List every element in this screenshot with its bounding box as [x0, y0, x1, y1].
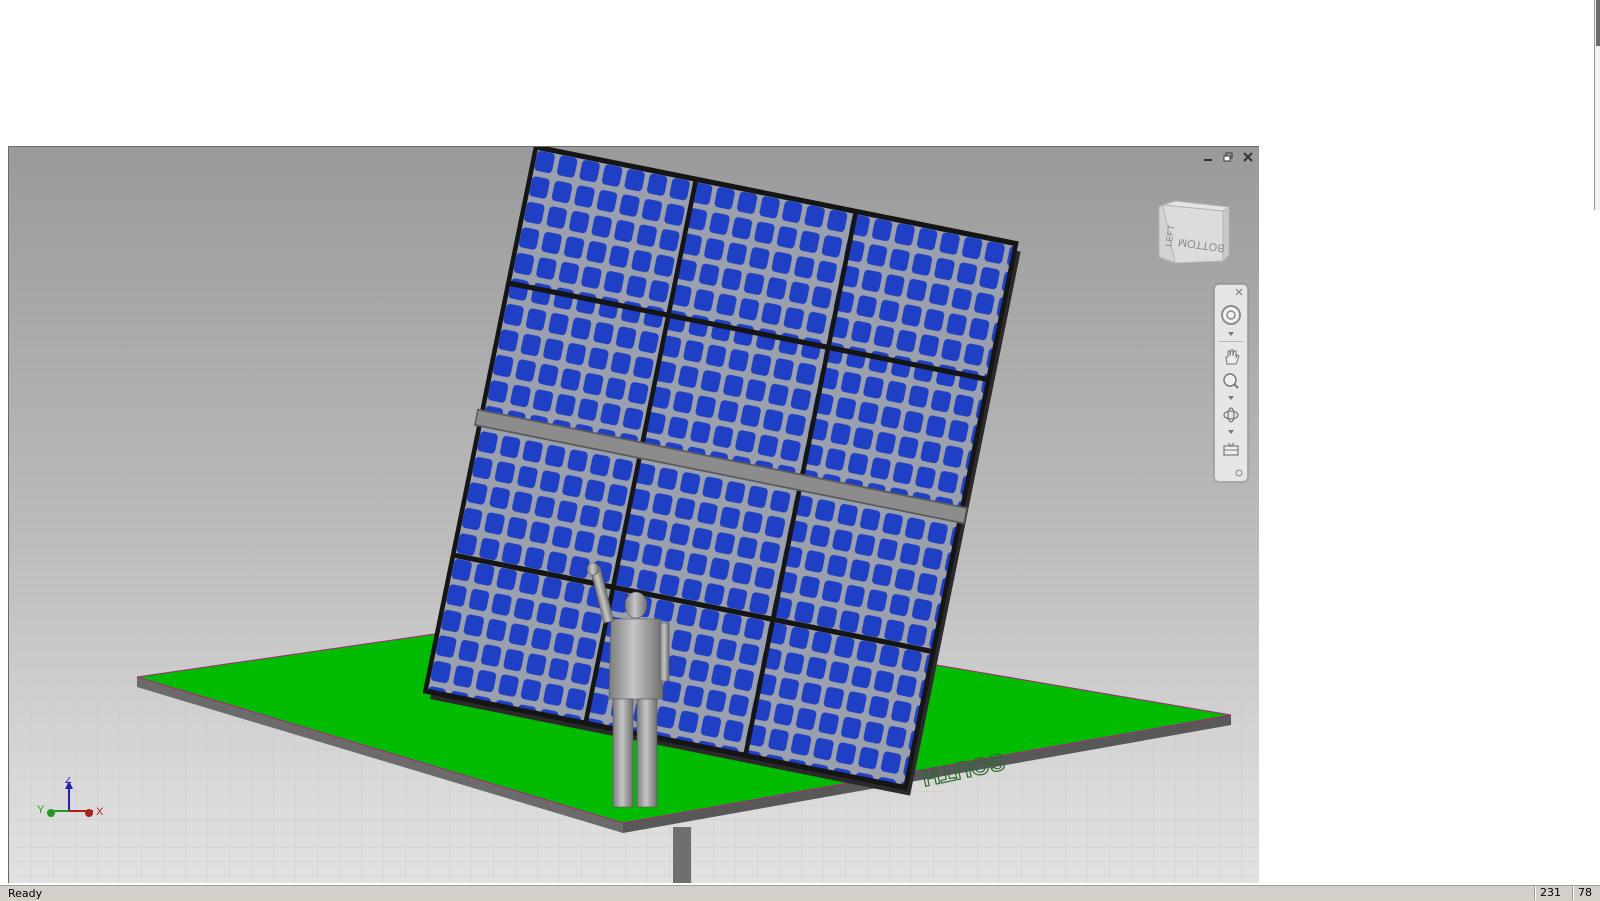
pan-button[interactable]	[1219, 345, 1243, 369]
right-edge-scroll-thumb[interactable]	[1596, 0, 1600, 46]
status-text: Ready	[8, 887, 43, 900]
triad-z-label: Z	[65, 777, 72, 786]
orbit-icon	[1223, 407, 1239, 423]
status-x-coordinate: 231	[1534, 886, 1574, 900]
coordinate-triad: Z Y X	[37, 777, 104, 818]
minimize-icon	[1204, 159, 1212, 161]
navbar-close-button[interactable]	[1235, 288, 1243, 296]
graphics-viewport[interactable]: SOUTH LEFT BOTTOM Z Y X	[8, 146, 1259, 883]
orbit-dropdown[interactable]	[1224, 429, 1238, 435]
steering-wheel-icon	[1221, 305, 1241, 325]
tracker-pole	[673, 827, 691, 883]
zoom-dropdown[interactable]	[1224, 395, 1238, 401]
chevron-down-icon	[1228, 332, 1234, 336]
orbit-button[interactable]	[1219, 403, 1243, 427]
model-scene: SOUTH	[9, 147, 1259, 883]
look-at-button[interactable]	[1219, 437, 1243, 461]
restore-icon	[1223, 152, 1233, 162]
chevron-down-icon	[1228, 430, 1234, 434]
status-y-coordinate: 78	[1572, 886, 1600, 900]
viewport-minimize-button[interactable]	[1201, 150, 1215, 164]
steering-wheel-button[interactable]	[1219, 303, 1243, 327]
navbar-customize-button[interactable]	[1235, 469, 1243, 477]
pan-icon	[1225, 349, 1240, 365]
customize-icon	[1235, 469, 1243, 477]
viewport-restore-button[interactable]	[1221, 150, 1235, 164]
look-at-icon	[1223, 442, 1239, 456]
close-icon	[1243, 152, 1253, 162]
triad-y-label: Y	[37, 804, 45, 816]
chevron-down-icon	[1228, 396, 1234, 400]
triad-x-label: X	[96, 806, 104, 818]
viewport-close-button[interactable]	[1241, 150, 1255, 164]
navigation-bar	[1214, 284, 1248, 482]
close-icon	[1235, 288, 1243, 296]
zoom-button[interactable]	[1219, 369, 1243, 393]
zoom-icon	[1223, 373, 1239, 389]
steering-wheel-dropdown[interactable]	[1224, 331, 1238, 337]
viewcube[interactable]: LEFT BOTTOM	[1157, 199, 1231, 265]
status-bar: Ready 231 78	[0, 885, 1600, 901]
